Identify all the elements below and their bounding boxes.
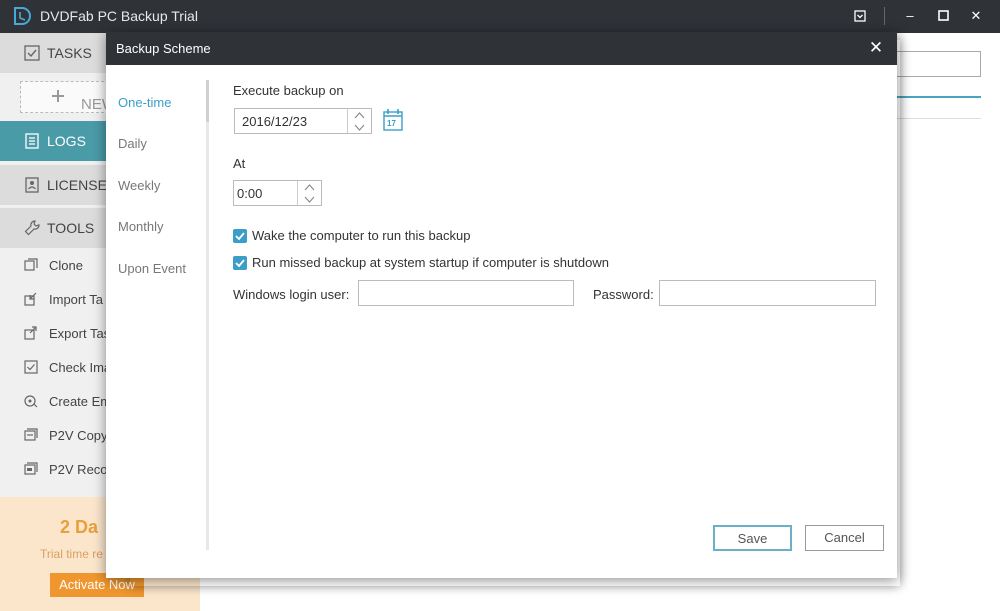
tool-item-label: Check Ima — [49, 360, 112, 375]
sidebar-item-label: LOGS — [47, 133, 86, 149]
time-value: 0:00 — [237, 186, 263, 201]
date-value: 2016/12/23 — [242, 114, 308, 129]
sidebar-item-label: LICENSE — [47, 177, 107, 193]
checkmark-icon — [235, 232, 245, 241]
p2v-recover-icon — [24, 462, 38, 475]
trial-days-remaining: 2 Da — [60, 517, 99, 537]
chevron-down-icon[interactable] — [304, 194, 315, 205]
logs-icon — [25, 133, 39, 149]
run-missed-backup-checkbox[interactable] — [233, 256, 247, 270]
wake-computer-checkbox[interactable] — [233, 229, 247, 243]
backup-scheme-dialog: Backup Scheme ✕ One-time Daily Weekly Mo… — [106, 32, 897, 578]
tab-one-time[interactable]: One-time — [118, 95, 171, 110]
tab-daily[interactable]: Daily — [118, 136, 147, 151]
check-icon — [24, 360, 38, 374]
titlebar-divider — [884, 7, 885, 25]
maximize-button[interactable] — [933, 6, 953, 26]
wake-computer-label: Wake the computer to run this backup — [252, 228, 471, 243]
tab-upon-event[interactable]: Upon Event — [118, 261, 186, 276]
password-input[interactable] — [659, 280, 876, 306]
tool-item-label: Export Tas — [49, 326, 111, 341]
wrench-icon — [24, 220, 40, 236]
title-bar: DVDFab PC Backup Trial – ✕ — [0, 0, 1000, 33]
main-tab-underline — [895, 96, 981, 98]
run-missed-backup-label: Run missed backup at system startup if c… — [252, 255, 609, 270]
sidebar-item-label: TOOLS — [47, 220, 95, 236]
time-picker-field[interactable]: 0:00 — [233, 180, 322, 206]
chevron-up-icon[interactable] — [354, 110, 365, 121]
main-divider — [895, 118, 981, 119]
windows-login-user-input[interactable] — [358, 280, 574, 306]
dialog-close-button[interactable]: ✕ — [865, 37, 887, 59]
trial-text: Trial time re — [40, 547, 103, 561]
checkmark-icon — [235, 259, 245, 268]
calendar-day: 17 — [387, 119, 396, 128]
sidebar-item-label: TASKS — [47, 45, 92, 61]
dialog-header: Backup Scheme ✕ — [106, 32, 897, 65]
minimize-button[interactable]: – — [900, 6, 920, 26]
create-icon — [24, 395, 38, 408]
windows-login-user-label: Windows login user: — [233, 287, 350, 302]
tab-weekly[interactable]: Weekly — [118, 178, 160, 193]
new-label: NEW — [51, 89, 116, 113]
main-search-input[interactable] — [890, 51, 981, 77]
password-label: Password: — [593, 287, 654, 302]
chevron-up-icon[interactable] — [304, 182, 315, 193]
tool-item-label: Import Ta — [49, 292, 103, 307]
execute-backup-label: Execute backup on — [233, 83, 344, 98]
dialog-title: Backup Scheme — [116, 41, 211, 56]
import-icon — [24, 292, 37, 306]
dialog-nav-separator — [206, 80, 209, 550]
tool-item-label: Create Em — [49, 394, 112, 409]
tab-monthly[interactable]: Monthly — [118, 219, 164, 234]
at-label: At — [233, 156, 246, 171]
date-picker-field[interactable]: 2016/12/23 — [234, 108, 372, 134]
menu-icon[interactable] — [850, 6, 870, 26]
save-button[interactable]: Save — [713, 525, 792, 551]
clone-icon — [24, 258, 38, 271]
dialog-nav-active-indicator — [206, 80, 209, 122]
close-button[interactable]: ✕ — [966, 6, 986, 26]
export-icon — [24, 326, 37, 340]
tool-item-label: Clone — [49, 258, 83, 273]
dvdfab-logo-icon — [14, 7, 31, 25]
cancel-button[interactable]: Cancel — [805, 525, 884, 551]
tool-item-label: P2V Copy — [49, 428, 108, 443]
date-spinner[interactable] — [347, 109, 371, 133]
window-title: DVDFab PC Backup Trial — [40, 8, 198, 24]
plus-icon — [52, 90, 64, 102]
tasks-icon — [24, 45, 40, 61]
chevron-down-icon[interactable] — [354, 122, 365, 133]
time-spinner[interactable] — [297, 181, 321, 205]
tool-item-label: P2V Reco — [49, 462, 108, 477]
license-icon — [25, 177, 39, 193]
p2v-copy-icon — [24, 428, 38, 441]
calendar-icon[interactable]: 17 — [383, 108, 403, 132]
